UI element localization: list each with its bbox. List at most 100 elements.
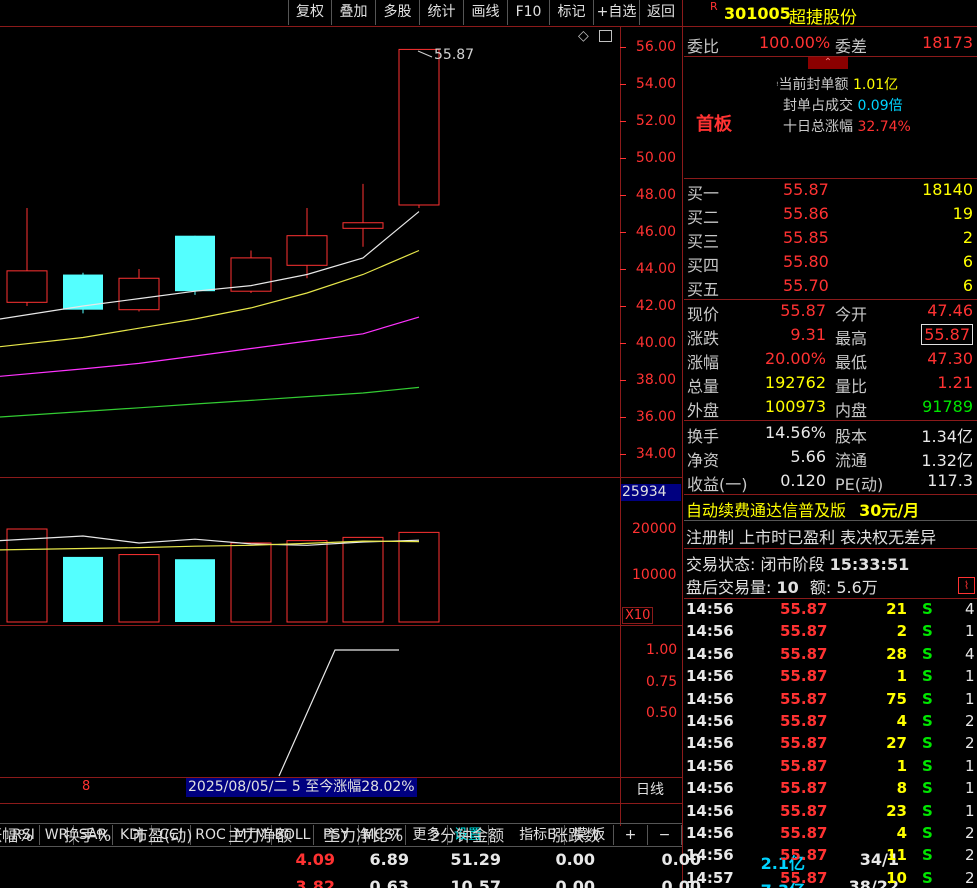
quote-row: 总量 192762 量比 1.21 (687, 373, 973, 396)
table-cell: 0.00 (555, 850, 595, 869)
table-cell: 10.57 (450, 877, 501, 888)
subscription-notice[interactable]: 自动续费通达信普及版 30元/月 (686, 497, 919, 521)
tick-row: 14:56 55.87 1 S 1 (686, 756, 975, 775)
volume-bar[interactable] (118, 554, 160, 623)
chart-icon[interactable]: ⌇ (958, 577, 975, 594)
tick-row: 14:56 55.87 8 S 1 (686, 779, 975, 798)
period-label[interactable]: 日线 (636, 779, 664, 799)
volume-bar[interactable] (175, 559, 215, 622)
collapse-button[interactable]: ⌃ (808, 57, 848, 69)
toolbar-button-1[interactable]: 叠加 (331, 0, 375, 25)
table-cell: 6.89 (369, 850, 409, 869)
indicator-tab-15[interactable]: − (648, 825, 682, 845)
ma-line-magenta (0, 316, 420, 377)
quote-row: 涨幅 20.00% 最低 47.30 (687, 349, 973, 372)
indicator-line (278, 649, 399, 777)
toolbar-button-7[interactable]: +自选 (593, 0, 639, 25)
vol-tick-20000: 20000 (632, 521, 677, 537)
candle-body[interactable] (398, 48, 440, 206)
order-ratio-value: 100.00% (759, 33, 831, 52)
candle-body[interactable] (342, 222, 384, 229)
stock-name: 超捷股份 (789, 8, 857, 28)
candle-body[interactable] (286, 235, 328, 266)
tick-row: 14:56 55.87 28 S 4 (686, 644, 975, 663)
price-tick-mark (620, 343, 626, 344)
indicator-chart[interactable] (0, 627, 620, 777)
table-header-2[interactable]: 市盈(动) (132, 822, 193, 846)
price-tick-mark (620, 306, 626, 307)
kline-chart[interactable] (0, 27, 620, 477)
price-tick-mark (620, 380, 626, 381)
table-cell: 0.00 (555, 877, 595, 888)
order-diff-value: 18173 (922, 33, 973, 52)
toolbar-button-6[interactable]: 标记 (549, 0, 593, 25)
table-header-6[interactable]: 涨跌数 (552, 822, 600, 846)
price-tick-label: 46.00 (635, 224, 676, 240)
table-cell: 51.29 (450, 850, 501, 869)
status-left: 8 (82, 779, 91, 794)
finance-row: 净资 5.66 流通 1.32亿 (687, 447, 973, 470)
indicator-tab-5[interactable]: ROC (191, 825, 231, 845)
ind-tick-2: 0.75 (646, 674, 678, 690)
toolbar-button-3[interactable]: 统计 (419, 0, 463, 25)
price-tick-label: 50.00 (635, 150, 676, 166)
price-tick-label: 40.00 (635, 335, 676, 351)
candle-body[interactable] (6, 270, 48, 303)
candle-body[interactable] (230, 257, 272, 292)
toolbar-button-5[interactable]: F10 (507, 0, 549, 25)
candle-body[interactable] (118, 277, 160, 311)
bid-row[interactable]: 买五 55.70 6 (687, 276, 975, 299)
price-tick-label: 48.00 (635, 187, 676, 203)
tick-row: 14:56 55.87 1 S 1 (686, 667, 975, 686)
order-ratio-row: 委比 100.00% 委差 18173 (687, 33, 973, 56)
volume-bar[interactable] (6, 528, 48, 623)
bid-row[interactable]: 买一 55.87 18140 (687, 180, 975, 203)
diamond-icon[interactable]: ◇ (578, 28, 589, 44)
volume-bar[interactable] (398, 531, 440, 623)
toolbar-button-8[interactable]: 返回 (639, 0, 682, 25)
window-toggle-icon[interactable] (599, 30, 612, 42)
table-cell: 4.09 (295, 850, 335, 869)
ind-tick-3: 0.50 (646, 705, 678, 721)
high-price-label: 55.87 (434, 47, 475, 63)
price-tick-mark (620, 84, 626, 85)
tick-row: 14:56 55.87 4 S 2 (686, 824, 975, 842)
toolbar: 复权 叠加 多股 统计 画线 F10 标记 +自选 返回 (0, 0, 682, 25)
volume-bar[interactable] (63, 556, 103, 622)
stock-code: 301005 (724, 4, 791, 23)
toolbar-button-4[interactable]: 画线 (463, 0, 507, 25)
volume-chart[interactable] (0, 479, 620, 625)
price-tick-label: 54.00 (635, 76, 676, 92)
price-tick-mark (620, 232, 626, 233)
registration-line: 注册制 上市时已盈利 表决权无差异 (686, 528, 937, 547)
price-tick-label: 52.00 (635, 113, 676, 129)
table-header-5[interactable]: 2分钟金额 (430, 822, 504, 846)
vol-unit: X10 (622, 607, 654, 624)
ma-line-green (0, 386, 420, 418)
candle-body[interactable] (175, 235, 215, 292)
table-header-0[interactable]: 涨幅% (0, 822, 33, 846)
finance-row: 收益(一) 0.120 PE(动) 117.3 (687, 471, 973, 494)
tick-row: 14:56 55.87 27 S 2 (686, 734, 975, 753)
volume-bar[interactable] (342, 536, 384, 623)
indicator-tab-14[interactable]: + (614, 825, 648, 845)
table-cell: 0.63 (369, 877, 409, 888)
bid-row[interactable]: 买四 55.80 6 (687, 252, 975, 275)
toolbar-button-0[interactable]: 复权 (288, 0, 331, 25)
table-header-4[interactable]: 主力净比% (324, 822, 403, 846)
price-tick-mark (620, 47, 626, 48)
volume-current: 25934 (621, 484, 681, 501)
bid-row[interactable]: 买三 55.85 2 (687, 228, 975, 251)
volume-bar[interactable] (230, 542, 272, 623)
table-header-1[interactable]: 换手% (64, 822, 111, 846)
volume-bar[interactable] (286, 540, 328, 623)
tick-row: 14:56 55.87 4 S 2 (686, 712, 975, 730)
trade-status: 交易状态: 闭市阶段 15:33:51 (686, 555, 910, 574)
toolbar-button-2[interactable]: 多股 (375, 0, 419, 25)
bid-row[interactable]: 买二 55.86 19 (687, 204, 975, 227)
tick-row: 14:57 55.87 10 S 2 (686, 868, 975, 887)
tick-row: 14:56 55.87 23 S 1 (686, 801, 975, 820)
price-tick-mark (620, 158, 626, 159)
table-header-3[interactable]: 主力净额 (228, 822, 292, 846)
table-cell: 3.82 (295, 877, 335, 888)
